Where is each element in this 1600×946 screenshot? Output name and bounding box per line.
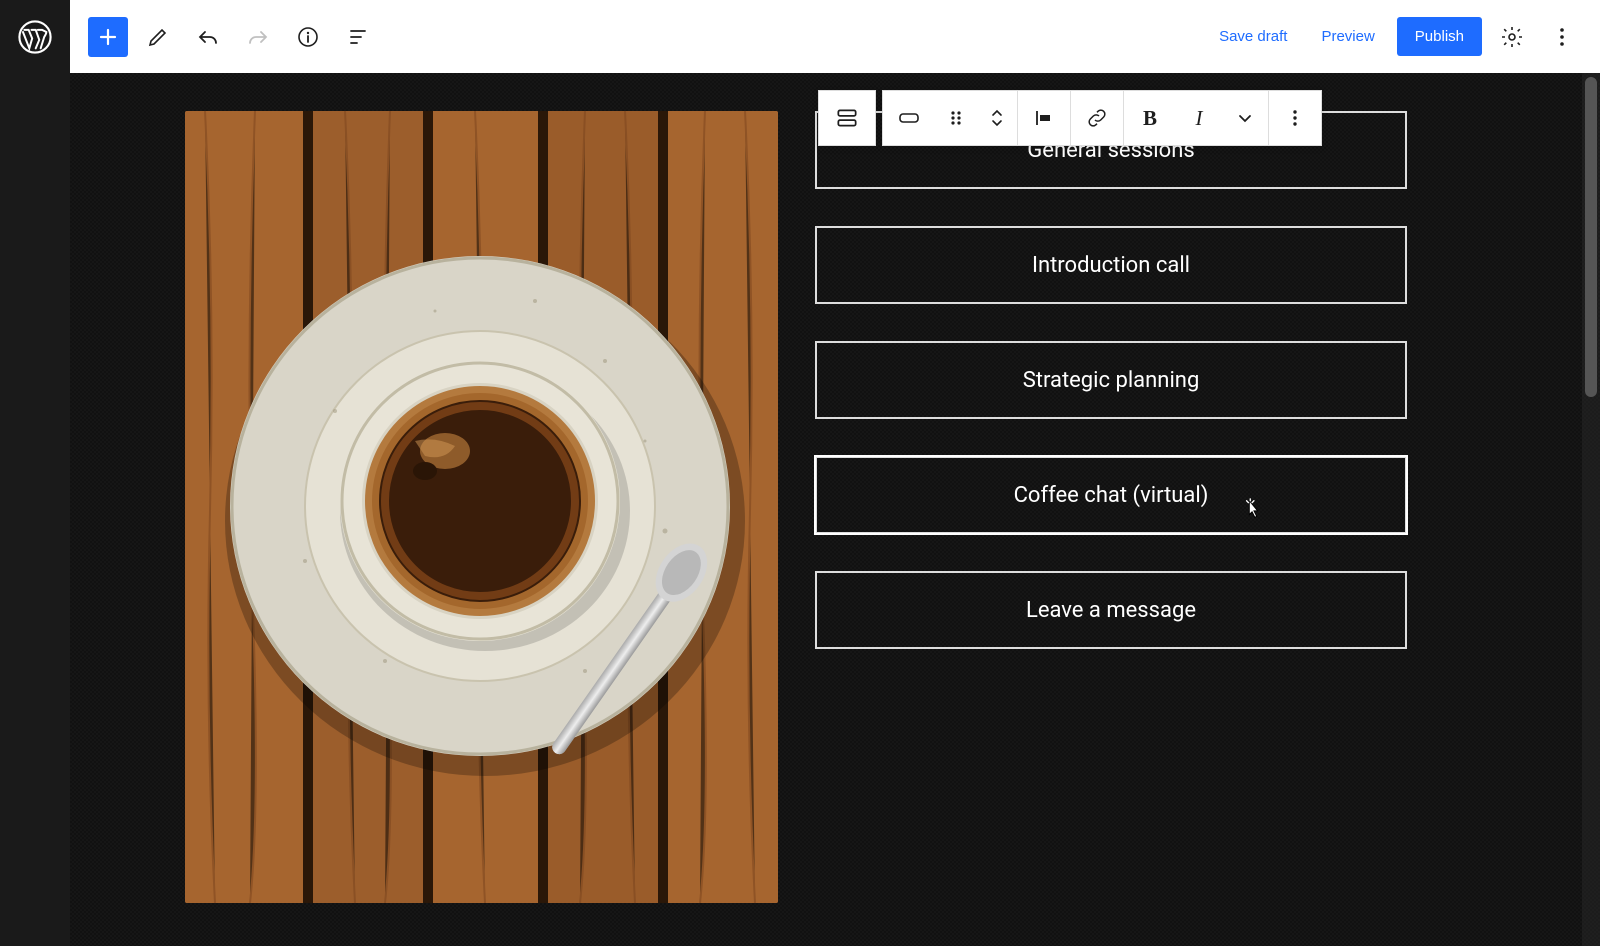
document-outline-button[interactable] <box>338 17 378 57</box>
options-button[interactable] <box>1542 17 1582 57</box>
redo-button[interactable] <box>238 17 278 57</box>
link-icon <box>1085 106 1109 130</box>
drag-handle[interactable] <box>935 91 977 145</box>
wordpress-logo[interactable] <box>0 0 70 73</box>
edit-tool-button[interactable] <box>138 17 178 57</box>
button-leave-message[interactable]: Leave a message <box>815 571 1407 649</box>
move-icon <box>985 106 1009 130</box>
button-block-icon <box>897 106 921 130</box>
document-info-button[interactable] <box>288 17 328 57</box>
button-label: Coffee chat (virtual) <box>1014 483 1209 508</box>
block-type-button[interactable] <box>883 91 935 145</box>
italic-icon: I <box>1196 106 1203 131</box>
publish-button[interactable]: Publish <box>1397 17 1482 56</box>
undo-button[interactable] <box>188 17 228 57</box>
save-draft-button[interactable]: Save draft <box>1207 20 1299 53</box>
block-options-button[interactable] <box>1269 91 1321 145</box>
italic-button[interactable]: I <box>1176 91 1222 145</box>
parent-block-selector[interactable] <box>818 90 876 146</box>
more-vertical-icon <box>1283 106 1307 130</box>
editor-top-toolbar: Save draft Preview Publish <box>70 0 1600 73</box>
bold-button[interactable]: B <box>1124 91 1176 145</box>
buttons-block-icon <box>834 105 860 131</box>
button-coffee-chat[interactable]: Coffee chat (virtual) <box>815 456 1407 534</box>
link-button[interactable] <box>1071 91 1123 145</box>
vertical-scrollbar[interactable] <box>1582 73 1600 946</box>
button-strategic-planning[interactable]: Strategic planning <box>815 341 1407 419</box>
move-up-down-button[interactable] <box>977 91 1017 145</box>
align-button[interactable] <box>1018 91 1070 145</box>
scrollbar-thumb[interactable] <box>1585 77 1597 397</box>
drag-icon <box>944 106 968 130</box>
button-label: Strategic planning <box>1023 368 1200 393</box>
bold-icon: B <box>1143 106 1157 131</box>
chevron-down-icon <box>1233 106 1257 130</box>
editor-canvas[interactable]: General sessions Introduction call Strat… <box>70 73 1600 946</box>
preview-button[interactable]: Preview <box>1309 20 1386 53</box>
buttons-block[interactable]: General sessions Introduction call Strat… <box>815 111 1407 686</box>
featured-image[interactable] <box>185 111 778 903</box>
block-toolbar: B I <box>882 90 1322 146</box>
button-introduction-call[interactable]: Introduction call <box>815 226 1407 304</box>
more-text-options-button[interactable] <box>1222 91 1268 145</box>
add-block-button[interactable] <box>88 17 128 57</box>
settings-button[interactable] <box>1492 17 1532 57</box>
button-label: Leave a message <box>1026 598 1196 623</box>
button-label: Introduction call <box>1032 253 1190 278</box>
align-left-icon <box>1032 106 1056 130</box>
